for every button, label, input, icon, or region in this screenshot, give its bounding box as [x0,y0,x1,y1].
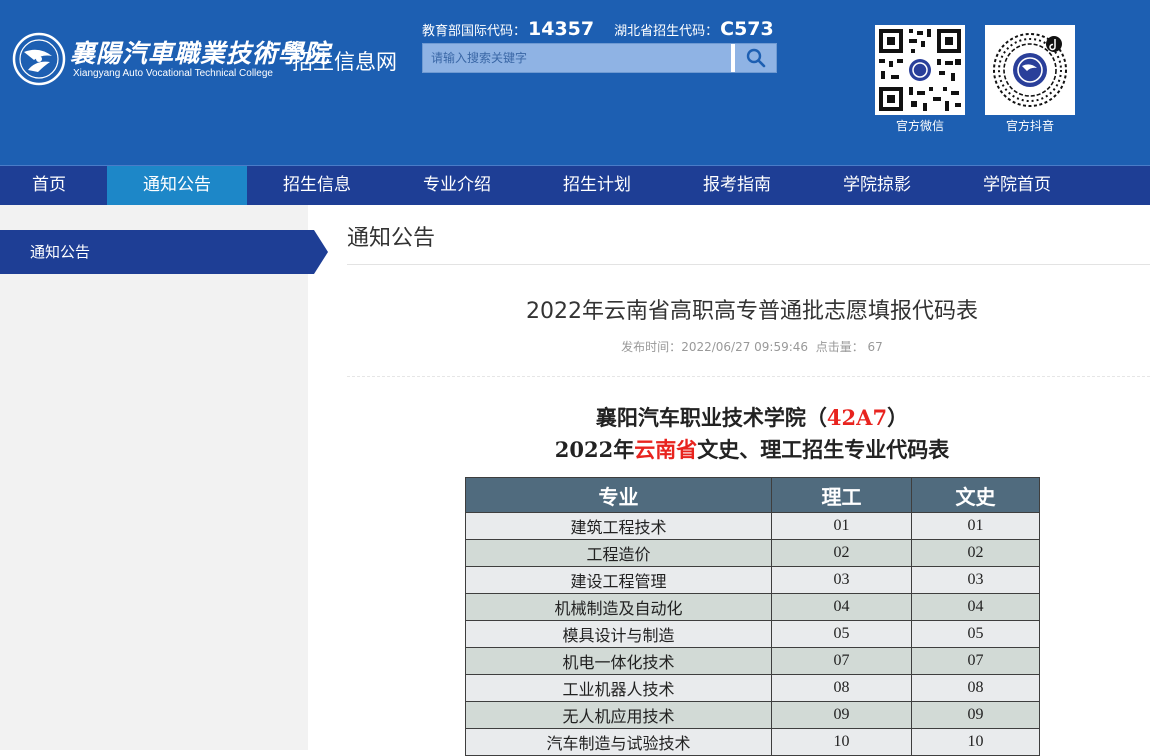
moe-code-label: 教育部国际代码： [422,24,527,39]
college-logo-text: 襄陽汽車職業技術學院 [70,39,331,68]
college-name: 襄阳汽车职业技术学院（ [595,405,827,430]
search-icon [746,48,765,68]
section-divider [347,264,1150,265]
year-text: 2022年 [554,437,635,462]
science-code-cell: 04 [771,593,912,621]
table-row: 工业机器人技术 08 08 [465,674,1040,702]
site-header: 襄陽汽車職業技術學院 Xiangyang Auto Vocational Tec… [0,0,1150,165]
table-row: 无人机应用技术 09 09 [465,701,1040,729]
arts-code-cell: 03 [911,566,1040,594]
table-row: 汽车制造与试验技术 10 10 [465,728,1040,756]
science-code-cell: 01 [771,512,912,540]
arts-code-cell: 07 [911,647,1040,675]
site-name: 招生信息网 [292,50,397,74]
sidebar-item-label: 通知公告 [30,243,91,261]
table-row: 模具设计与制造 05 05 [465,620,1040,648]
nav-item-admission-info[interactable]: 招生信息 [247,166,387,205]
province-text: 云南省 [634,437,698,462]
major-cell: 无人机应用技术 [465,701,772,729]
wechat-qr-icon [879,29,961,111]
major-cell: 汽车制造与试验技术 [465,728,772,756]
article-title: 2022年云南省高职高专普通批志愿填报代码表 [526,299,978,324]
nav-item-home[interactable]: 首页 [0,166,98,205]
main-nav: 首页 通知公告 招生信息 专业介绍 招生计划 报考指南 学院掠影 学院首页 [0,165,1150,205]
table-header-row: 专业 理工 文史 [465,477,1040,513]
meta-divider [347,376,1150,377]
table-row: 机械制造及自动化 04 04 [465,593,1040,621]
table-row: 建筑工程技术 01 01 [465,512,1040,540]
college-code-close: ） [887,405,909,430]
hits-count: 67 [867,340,883,354]
major-code-table: 专业 理工 文史 建筑工程技术 01 01 工程造价 02 02 建设工程管理 … [465,477,1040,756]
nav-item-college-home[interactable]: 学院首页 [947,166,1087,205]
arts-code-cell: 10 [911,728,1040,756]
search-button[interactable] [733,44,776,72]
table-row: 工程造价 02 02 [465,539,1040,567]
major-cell: 建筑工程技术 [465,512,772,540]
douyin-qr-code[interactable] [985,25,1075,115]
major-cell: 机械制造及自动化 [465,593,772,621]
nav-item-admission-plan[interactable]: 招生计划 [527,166,667,205]
nav-item-notices[interactable]: 通知公告 [107,166,247,205]
publish-time-label: 发布时间： [621,340,682,354]
header-arts: 文史 [911,477,1040,513]
hubei-code: C573 [720,18,774,40]
table-row: 机电一体化技术 07 07 [465,647,1040,675]
nav-item-campus-gallery[interactable]: 学院掠影 [807,166,947,205]
section-title: 通知公告 [347,226,436,251]
admission-codes: 教育部国际代码： 14357 湖北省招生代码： C573 [422,18,774,40]
hubei-code-label: 湖北省招生代码： [614,24,719,39]
article-meta: 发布时间：2022/06/27 09:59:46 点击量： 67 [347,338,1150,355]
search-input[interactable] [423,44,731,72]
hits-label: 点击量： [815,340,864,354]
science-code-cell: 10 [771,728,912,756]
sidebar: 通知公告 [0,205,328,750]
science-code-cell: 08 [771,674,912,702]
nav-item-majors[interactable]: 专业介绍 [387,166,527,205]
arts-code-cell: 02 [911,539,1040,567]
college-code: 42A7 [826,405,888,430]
science-code-cell: 03 [771,566,912,594]
science-code-cell: 07 [771,647,912,675]
arts-code-cell: 08 [911,674,1040,702]
logo-emblem-icon[interactable] [12,32,66,86]
moe-code: 14357 [528,18,595,40]
science-code-cell: 02 [771,539,912,567]
wechat-label: 官方微信 [895,119,944,133]
arts-code-cell: 04 [911,593,1040,621]
table-row: 建设工程管理 03 03 [465,566,1040,594]
college-logo-english: Xiangyang Auto Vocational Technical Coll… [73,68,273,79]
nav-item-application-guide[interactable]: 报考指南 [667,166,807,205]
publish-time: 2022/06/27 09:59:46 [681,340,809,354]
arts-code-cell: 01 [911,512,1040,540]
major-cell: 机电一体化技术 [465,647,772,675]
header-major: 专业 [465,477,772,513]
wechat-qr-code[interactable] [875,25,965,115]
sidebar-item-notices[interactable]: 通知公告 [0,230,328,274]
science-code-cell: 09 [771,701,912,729]
arts-code-cell: 05 [911,620,1040,648]
major-cell: 工业机器人技术 [465,674,772,702]
table-subject-text: 文史、理工招生专业代码表 [697,437,950,462]
header-science: 理工 [771,477,912,513]
major-cell: 建设工程管理 [465,566,772,594]
document-heading-table: 2022年云南省文史、理工招生专业代码表 [347,434,1150,464]
douyin-label: 官方抖音 [1005,119,1054,133]
arts-code-cell: 09 [911,701,1040,729]
document-heading-college: 襄阳汽车职业技术学院（42A7） [347,402,1150,432]
douyin-qr-icon [993,33,1067,107]
science-code-cell: 05 [771,620,912,648]
search-bar [422,43,777,73]
major-cell: 工程造价 [465,539,772,567]
major-cell: 模具设计与制造 [465,620,772,648]
